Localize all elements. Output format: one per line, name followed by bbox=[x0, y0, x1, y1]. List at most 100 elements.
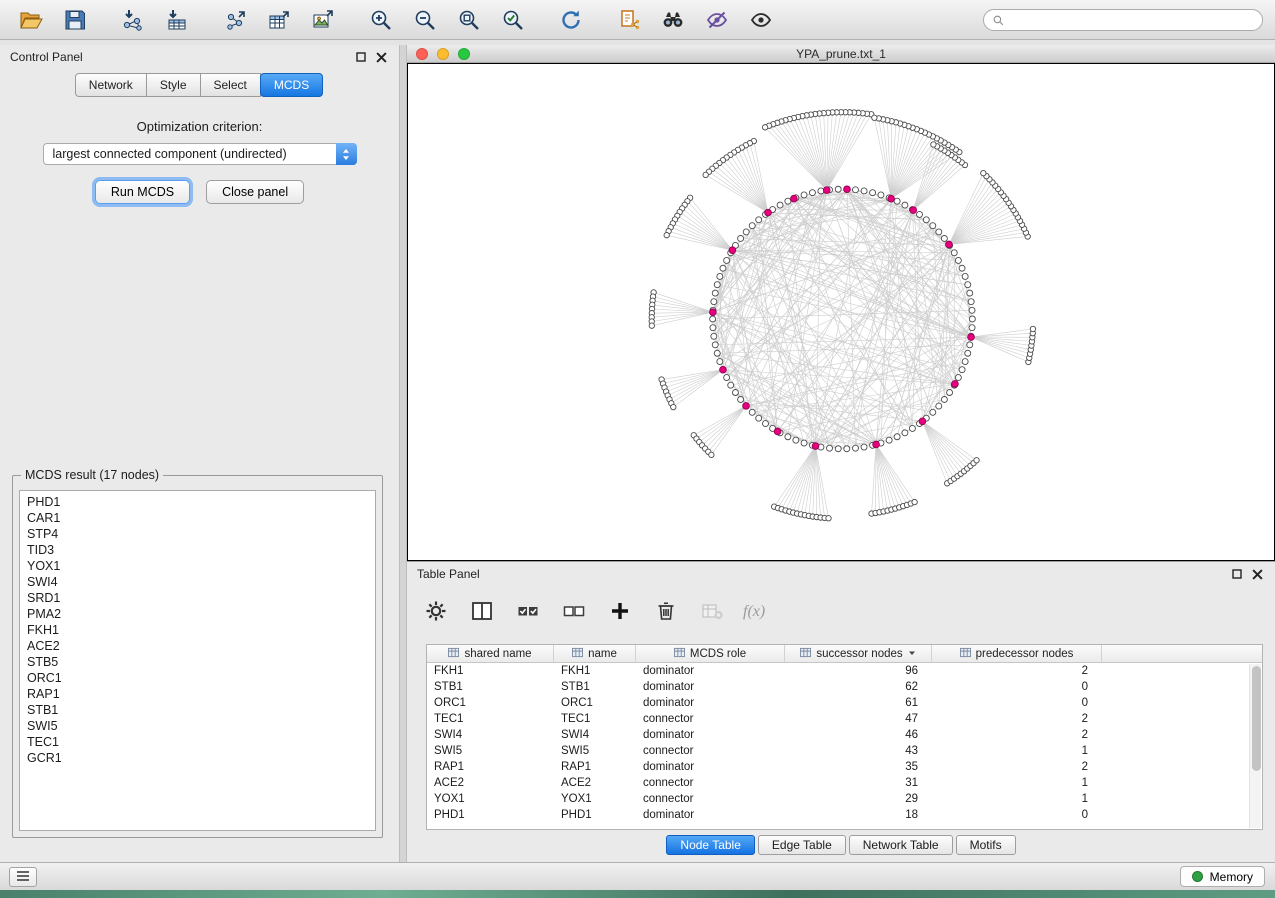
function-builder-button: f(x) bbox=[743, 603, 765, 621]
unselect-all-rows-button[interactable] bbox=[559, 598, 589, 626]
mcds-result-item[interactable]: ACE2 bbox=[20, 638, 375, 654]
table-row[interactable]: STB1STB1dominator620 bbox=[427, 679, 1262, 695]
show-columns-button[interactable] bbox=[467, 598, 497, 626]
tab-mcds[interactable]: MCDS bbox=[260, 73, 323, 97]
mcds-result-item[interactable]: YOX1 bbox=[20, 558, 375, 574]
memory-button[interactable]: Memory bbox=[1180, 866, 1265, 887]
duplicate-network-button[interactable] bbox=[610, 5, 648, 35]
mcds-result-item[interactable]: STP4 bbox=[20, 526, 375, 542]
search-input[interactable] bbox=[983, 9, 1263, 31]
mcds-result-item[interactable]: SWI4 bbox=[20, 574, 375, 590]
tab-edge-table[interactable]: Edge Table bbox=[758, 835, 846, 855]
panel-splitter[interactable] bbox=[400, 45, 407, 862]
mcds-result-item[interactable]: PMA2 bbox=[20, 606, 375, 622]
mcds-result-item[interactable]: PHD1 bbox=[20, 494, 375, 510]
cell-name: SWI5 bbox=[554, 743, 636, 759]
mcds-result-item[interactable]: TID3 bbox=[20, 542, 375, 558]
table-row[interactable]: SWI5SWI5connector431 bbox=[427, 743, 1262, 759]
window-controls bbox=[416, 48, 470, 60]
export-table-button[interactable] bbox=[260, 5, 298, 35]
table-row[interactable]: ACE2ACE2connector311 bbox=[427, 775, 1262, 791]
table-row[interactable]: YOX1YOX1connector291 bbox=[427, 791, 1262, 807]
hide-panels-button[interactable] bbox=[9, 867, 37, 887]
mcds-result-item[interactable]: STB1 bbox=[20, 702, 375, 718]
delete-column-button[interactable] bbox=[651, 598, 681, 626]
mcds-result-item[interactable]: SRD1 bbox=[20, 590, 375, 606]
table-row[interactable]: RAP1RAP1dominator352 bbox=[427, 759, 1262, 775]
column-header-name[interactable]: name bbox=[554, 645, 636, 662]
cell-shared-name: STB1 bbox=[427, 679, 554, 695]
window-close-button[interactable] bbox=[416, 48, 428, 60]
zoom-fit-button[interactable] bbox=[450, 5, 488, 35]
control-panel-close-button[interactable] bbox=[373, 49, 389, 65]
network-canvas[interactable] bbox=[407, 63, 1275, 561]
mcds-result-item[interactable]: CAR1 bbox=[20, 510, 375, 526]
column-header-MCDS-role[interactable]: MCDS role bbox=[636, 645, 785, 662]
select-all-rows-button[interactable] bbox=[513, 598, 543, 626]
optimization-criterion-select[interactable]: largest connected component (undirected) bbox=[43, 143, 357, 165]
mcds-result-list[interactable]: PHD1CAR1STP4TID3YOX1SWI4SRD1PMA2FKH1ACE2… bbox=[19, 490, 376, 831]
cell-predecessor-nodes: 2 bbox=[932, 759, 1102, 775]
cell-predecessor-nodes: 0 bbox=[932, 695, 1102, 711]
table-scrollbar-thumb[interactable] bbox=[1252, 666, 1261, 771]
cell-shared-name: YOX1 bbox=[427, 791, 554, 807]
table-scrollbar bbox=[1249, 664, 1261, 828]
add-column-button[interactable] bbox=[605, 598, 635, 626]
table-settings-button[interactable] bbox=[421, 598, 451, 626]
memory-label: Memory bbox=[1210, 870, 1253, 884]
open-folder-button[interactable] bbox=[12, 5, 50, 35]
table-row[interactable]: TEC1TEC1connector472 bbox=[427, 711, 1262, 727]
tab-select[interactable]: Select bbox=[200, 73, 261, 97]
export-image-button[interactable] bbox=[304, 5, 342, 35]
zoom-out-icon bbox=[413, 8, 437, 32]
close-panel-button[interactable]: Close panel bbox=[206, 180, 304, 204]
mcds-result-item[interactable]: TEC1 bbox=[20, 734, 375, 750]
cell-mcds-role: dominator bbox=[636, 663, 785, 679]
mcds-result-item[interactable]: ORC1 bbox=[20, 670, 375, 686]
control-panel-float-button[interactable] bbox=[353, 49, 369, 65]
mcds-result-item[interactable]: FKH1 bbox=[20, 622, 375, 638]
tab-motifs[interactable]: Motifs bbox=[956, 835, 1016, 855]
run-mcds-button[interactable]: Run MCDS bbox=[95, 180, 190, 204]
table-panel-float-button[interactable] bbox=[1229, 566, 1245, 582]
tab-network[interactable]: Network bbox=[75, 73, 147, 97]
save-icon bbox=[63, 8, 87, 32]
column-header-predecessor-nodes[interactable]: predecessor nodes bbox=[932, 645, 1102, 662]
hide-annotations-button[interactable] bbox=[698, 5, 736, 35]
window-zoom-button[interactable] bbox=[458, 48, 470, 60]
table-row[interactable]: FKH1FKH1dominator962 bbox=[427, 663, 1262, 679]
table-panel-close-button[interactable] bbox=[1249, 566, 1265, 582]
table-row[interactable]: PHD1PHD1dominator180 bbox=[427, 807, 1262, 823]
mcds-result-item[interactable]: STB5 bbox=[20, 654, 375, 670]
cell-name: TEC1 bbox=[554, 711, 636, 727]
save-button[interactable] bbox=[56, 5, 94, 35]
show-annotations-button[interactable] bbox=[742, 5, 780, 35]
window-minimize-button[interactable] bbox=[437, 48, 449, 60]
status-bar: Memory bbox=[0, 862, 1275, 890]
mcds-result-group: MCDS result (17 nodes) PHD1CAR1STP4TID3Y… bbox=[12, 468, 383, 838]
tab-node-table[interactable]: Node Table bbox=[666, 835, 755, 855]
column-type-icon bbox=[800, 647, 811, 661]
table-row[interactable]: ORC1ORC1dominator610 bbox=[427, 695, 1262, 711]
node-table-body: FKH1FKH1dominator962STB1STB1dominator620… bbox=[427, 663, 1262, 823]
zoom-out-button[interactable] bbox=[406, 5, 444, 35]
refresh-button[interactable] bbox=[552, 5, 590, 35]
network-graph[interactable] bbox=[408, 64, 1274, 560]
column-header-successor-nodes[interactable]: successor nodes bbox=[785, 645, 932, 662]
mcds-result-item[interactable]: SWI5 bbox=[20, 718, 375, 734]
mcds-result-item[interactable]: GCR1 bbox=[20, 750, 375, 766]
optimization-criterion-label: Optimization criterion: bbox=[8, 119, 391, 134]
table-row[interactable]: SWI4SWI4dominator462 bbox=[427, 727, 1262, 743]
zoom-in-button[interactable] bbox=[362, 5, 400, 35]
export-network-button[interactable] bbox=[216, 5, 254, 35]
table-panel-header: Table Panel bbox=[407, 562, 1275, 586]
column-header-shared-name[interactable]: shared name bbox=[427, 645, 554, 662]
tab-network-table[interactable]: Network Table bbox=[849, 835, 953, 855]
mcds-result-item[interactable]: RAP1 bbox=[20, 686, 375, 702]
first-neighbors-button[interactable] bbox=[654, 5, 692, 35]
import-table-button[interactable] bbox=[158, 5, 196, 35]
zoom-selected-button[interactable] bbox=[494, 5, 532, 35]
import-network-button[interactable] bbox=[114, 5, 152, 35]
tab-style[interactable]: Style bbox=[146, 73, 201, 97]
control-panel: Control Panel NetworkStyleSelectMCDS Opt… bbox=[0, 45, 400, 862]
